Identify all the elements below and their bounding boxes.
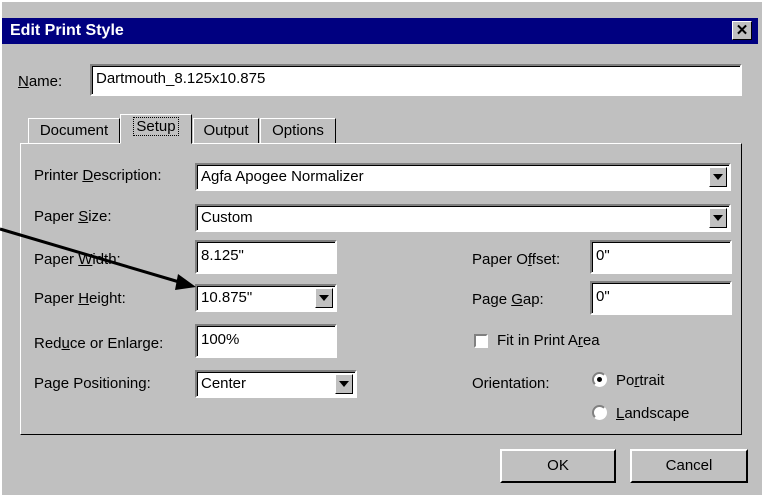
paper-offset-input[interactable]: 0" [590,240,732,274]
chevron-down-icon[interactable] [335,374,353,394]
cancel-button[interactable]: Cancel [630,449,748,483]
fit-in-print-area-label: Fit in Print Area [497,332,600,349]
printer-description-select[interactable]: Agfa Apogee Normalizer [195,163,731,191]
page-positioning-label: Page Positioning: [34,375,151,392]
close-button[interactable]: ✕ [732,21,752,40]
name-value: Dartmouth_8.125x10.875 [96,70,266,87]
name-label: Name: [18,73,63,90]
page-positioning-select[interactable]: Center [195,370,357,398]
tab-output[interactable]: Output [193,118,259,144]
window-title: Edit Print Style [10,22,124,39]
reduce-enlarge-input[interactable]: 100% [195,324,337,358]
landscape-label: Landscape [616,405,690,422]
chevron-down-icon[interactable] [709,167,727,187]
printer-description-label: Printer Description: [34,167,162,184]
orientation-label: Orientation: [472,375,550,392]
name-input[interactable]: Dartmouth_8.125x10.875 [90,64,742,96]
portrait-radio[interactable] [592,372,607,387]
page-gap-input[interactable]: 0" [590,281,732,315]
tab-document[interactable]: Document [28,118,120,144]
landscape-radio[interactable] [592,405,607,420]
close-icon: ✕ [735,22,749,39]
paper-height-select[interactable]: 10.875" [195,284,337,312]
paper-width-input[interactable]: 8.125" [195,240,337,274]
reduce-enlarge-label: Reduce or Enlarge: [34,335,164,352]
title-bar: Edit Print Style ✕ [2,18,758,44]
paper-offset-label: Paper Offset: [472,251,561,268]
tab-setup[interactable]: Setup [120,114,192,144]
paper-size-label: Paper Size: [34,208,112,225]
fit-in-print-area-checkbox[interactable] [474,334,488,348]
paper-width-label: Paper Width: [34,251,121,268]
portrait-label: Portrait [616,372,665,389]
chevron-down-icon[interactable] [709,208,727,228]
paper-height-label: Paper Height: [34,290,126,307]
ok-button[interactable]: OK [500,449,616,483]
paper-size-select[interactable]: Custom [195,204,731,232]
page-gap-label: Page Gap: [472,291,544,308]
tab-options[interactable]: Options [260,118,336,144]
chevron-down-icon[interactable] [315,288,333,308]
